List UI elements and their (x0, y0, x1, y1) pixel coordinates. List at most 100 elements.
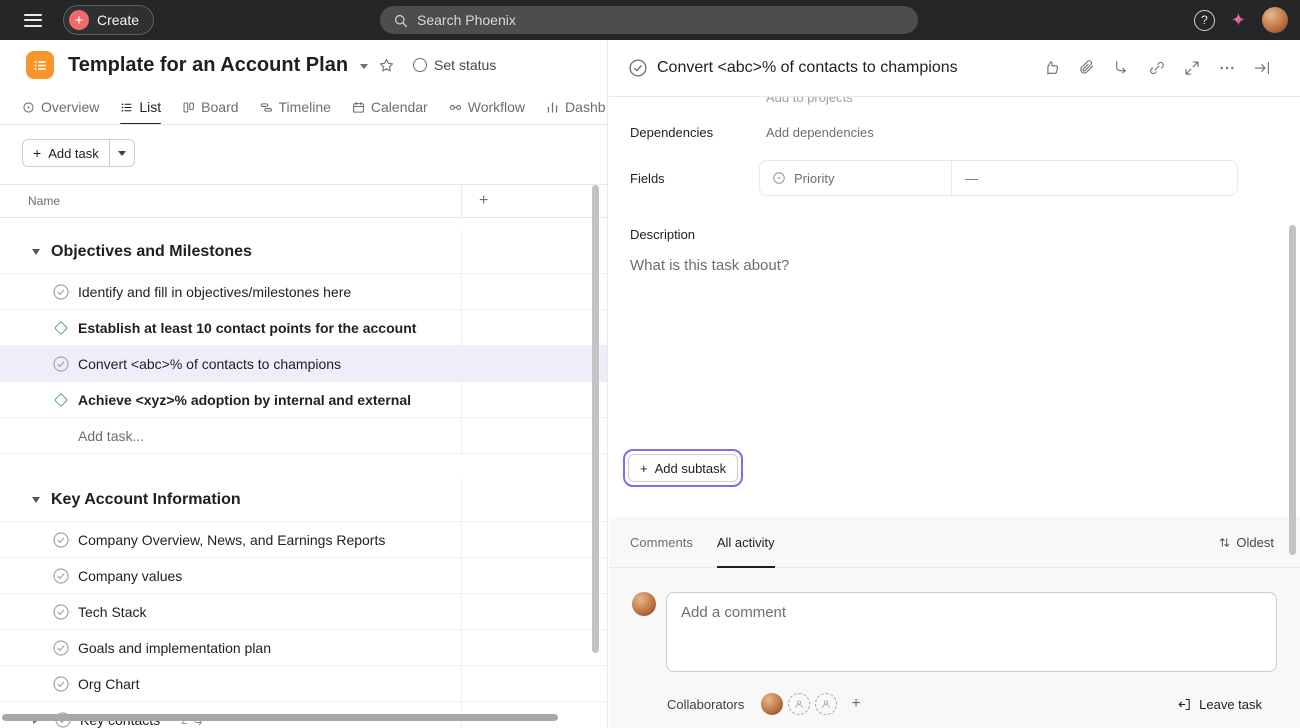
task-name[interactable]: Achieve <xyz>% adoption by internal and … (78, 392, 411, 408)
add-collaborator-button[interactable]: + (851, 695, 860, 713)
task-row[interactable]: Identify and fill in objectives/mileston… (0, 274, 607, 310)
task-check-icon[interactable] (53, 356, 69, 372)
tab-label: List (139, 99, 161, 115)
task-check-icon[interactable] (53, 284, 69, 300)
tab-comments[interactable]: Comments (630, 517, 693, 567)
task-row[interactable]: Company Overview, News, and Earnings Rep… (0, 522, 607, 558)
user-avatar[interactable] (1262, 7, 1288, 33)
favorite-star-icon[interactable] (378, 57, 395, 74)
top-bar: + Create Search Phoenix ? ✦ (0, 0, 1300, 40)
task-check-icon[interactable] (53, 604, 69, 620)
add-task-inline-row[interactable]: Add task... (0, 418, 607, 454)
task-name[interactable]: Identify and fill in objectives/mileston… (78, 284, 351, 300)
sparkle-ai-icon[interactable]: ✦ (1231, 11, 1246, 29)
add-collaborator-placeholder[interactable] (788, 693, 810, 715)
project-header: Template for an Account Plan Set status (0, 40, 607, 90)
tab-all-activity[interactable]: All activity (717, 517, 775, 567)
project-menu-chevron-down-icon[interactable] (360, 64, 368, 73)
board-icon (182, 101, 195, 114)
create-button[interactable]: + Create (63, 5, 154, 35)
tab-list[interactable]: List (120, 90, 161, 124)
collaborators-bar: Collaborators + Leave task (609, 672, 1300, 715)
task-name[interactable]: Company Overview, News, and Earnings Rep… (78, 532, 385, 548)
collaborators-label: Collaborators (667, 697, 744, 712)
set-status-button[interactable]: Set status (413, 57, 496, 73)
task-name[interactable]: Org Chart (78, 676, 139, 692)
project-list-panel: Template for an Account Plan Set status … (0, 40, 608, 728)
task-name[interactable]: Company values (78, 568, 182, 584)
task-check-icon[interactable] (53, 640, 69, 656)
section-collapse-icon[interactable] (32, 249, 40, 255)
name-column-header[interactable]: Name (0, 185, 462, 217)
task-name[interactable]: Goals and implementation plan (78, 640, 271, 656)
tab-dashboards[interactable]: Dashb (546, 90, 605, 124)
like-icon[interactable] (1043, 59, 1061, 77)
comment-input[interactable] (666, 592, 1277, 672)
attach-icon[interactable] (1078, 59, 1096, 77)
add-to-projects-link[interactable]: Add to projects (766, 97, 853, 105)
milestone-row[interactable]: Establish at least 10 contact points for… (0, 310, 607, 346)
leave-task-button[interactable]: Leave task (1177, 697, 1262, 712)
search-input[interactable]: Search Phoenix (380, 6, 918, 34)
section-collapse-icon[interactable] (32, 497, 40, 503)
vertical-scrollbar[interactable] (592, 185, 599, 653)
task-row-selected[interactable]: Convert <abc>% of contacts to champions (0, 346, 607, 382)
tab-label: Dashb (565, 99, 605, 115)
add-collaborator-placeholder[interactable] (815, 693, 837, 715)
task-row[interactable]: Org Chart (0, 666, 607, 702)
task-complete-toggle-icon[interactable] (629, 59, 647, 77)
expand-icon[interactable] (1183, 59, 1201, 77)
tab-workflow[interactable]: Workflow (449, 90, 525, 124)
row-extra-cell (462, 666, 607, 702)
add-subtask-button[interactable]: + Add subtask (628, 454, 738, 482)
horizontal-scrollbar[interactable] (2, 714, 558, 721)
task-check-icon[interactable] (53, 676, 69, 692)
close-pane-icon[interactable] (1253, 59, 1271, 77)
add-task-dropdown-button[interactable] (110, 140, 134, 166)
section-row-key-account[interactable]: Key Account Information (0, 479, 607, 522)
menu-icon[interactable] (24, 14, 42, 27)
tab-board[interactable]: Board (182, 90, 238, 124)
name-column-label: Name (28, 194, 60, 208)
section-title[interactable]: Key Account Information (51, 491, 241, 509)
task-row[interactable]: Company values (0, 558, 607, 594)
more-icon[interactable] (1218, 59, 1236, 77)
project-icon[interactable] (26, 51, 54, 79)
set-status-label: Set status (434, 57, 496, 73)
task-check-icon[interactable] (53, 568, 69, 584)
sort-order-button[interactable]: Oldest (1218, 535, 1274, 550)
add-task-placeholder[interactable]: Add task... (78, 428, 144, 444)
plus-icon: + (33, 145, 41, 161)
row-extra-cell (462, 382, 607, 418)
vertical-scrollbar[interactable] (1289, 225, 1296, 555)
tab-overview[interactable]: Overview (22, 90, 99, 124)
tab-timeline[interactable]: Timeline (260, 90, 331, 124)
add-column-button[interactable]: + (462, 185, 607, 217)
help-icon[interactable]: ? (1194, 10, 1215, 31)
activity-section: Comments All activity Oldest Collaborato… (609, 517, 1300, 728)
row-extra-cell (462, 418, 607, 454)
tab-calendar[interactable]: Calendar (352, 90, 428, 124)
field-value: — (965, 171, 978, 186)
description-input[interactable]: What is this task about? (630, 257, 789, 274)
task-name[interactable]: Convert <abc>% of contacts to champions (78, 356, 341, 372)
milestone-diamond-icon[interactable] (54, 392, 68, 406)
milestone-diamond-icon[interactable] (54, 320, 68, 334)
task-name[interactable]: Tech Stack (78, 604, 146, 620)
task-row[interactable]: Tech Stack (0, 594, 607, 630)
task-row[interactable]: Goals and implementation plan (0, 630, 607, 666)
collaborator-avatar[interactable] (761, 693, 783, 715)
add-task-button[interactable]: + Add task (23, 140, 110, 166)
task-name[interactable]: Establish at least 10 contact points for… (78, 320, 416, 336)
subtasks-icon[interactable] (1113, 59, 1131, 77)
link-icon[interactable] (1148, 59, 1166, 77)
section-title[interactable]: Objectives and Milestones (51, 243, 252, 261)
section-row-objectives[interactable]: Objectives and Milestones (0, 231, 607, 274)
add-dependencies-link[interactable]: Add dependencies (766, 125, 874, 140)
field-priority-value[interactable]: — (952, 161, 1237, 195)
add-task-label: Add task (48, 146, 99, 161)
task-check-icon[interactable] (53, 532, 69, 548)
field-priority-cell[interactable]: Priority (760, 161, 952, 195)
status-circle-icon (413, 58, 427, 72)
milestone-row[interactable]: Achieve <xyz>% adoption by internal and … (0, 382, 607, 418)
